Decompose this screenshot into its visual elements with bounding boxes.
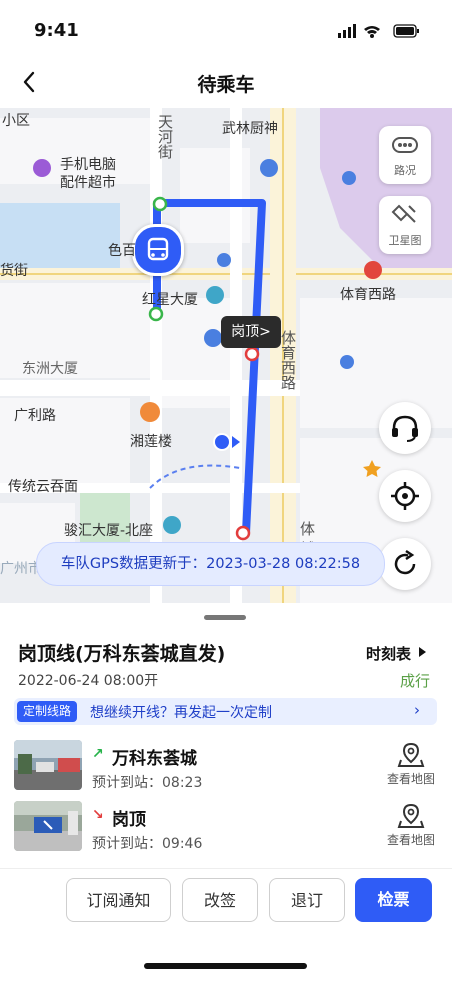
map-label: 小区	[2, 113, 30, 129]
route-map[interactable]: 小区 天河街 武林厨神 手机电脑 配件超市 色百 货街 红星大厦 东洲大厦 广利…	[0, 108, 452, 603]
route-name: 岗顶线(万科东荟城直发)	[18, 643, 226, 665]
stop-photo	[14, 740, 82, 790]
map-label: 色百	[108, 243, 136, 259]
departure-datetime: 2022-06-24 08:00开	[18, 673, 159, 689]
list-item: ↘ 岗顶 预计到站：09:46 查看地图	[0, 801, 452, 859]
arrow-up-right-icon: ↗	[92, 746, 104, 762]
map-label: 货街	[0, 263, 28, 279]
map-label: 手机电脑	[60, 157, 116, 173]
stop-name: 万科东荟城	[112, 749, 197, 769]
nav-header: 待乘车	[0, 60, 452, 106]
bus-marker[interactable]	[132, 224, 184, 276]
map-label: 湘莲楼	[130, 434, 172, 450]
status-bar: 9:41	[0, 0, 452, 60]
satellite-icon	[391, 204, 416, 223]
home-indicator	[144, 963, 307, 969]
map-pin-icon	[397, 742, 425, 767]
refresh-icon	[394, 549, 416, 575]
map-label: 东洲大厦	[22, 361, 78, 377]
view-map-label: 查看地图	[386, 772, 435, 786]
view-map-label: 查看地图	[386, 833, 435, 847]
stop-eta: 预计到站：09:46	[92, 836, 203, 852]
stop-tooltip[interactable]: 岗顶>	[221, 316, 281, 348]
page-title: 待乘车	[197, 74, 255, 96]
locate-button[interactable]	[379, 470, 431, 522]
caret-right-icon	[419, 647, 426, 657]
headset-icon	[392, 415, 418, 442]
traffic-button[interactable]: 路况	[379, 126, 431, 184]
map-label: 武林厨神	[222, 121, 278, 137]
divider	[0, 868, 452, 869]
rebook-button[interactable]: 改签	[182, 878, 258, 922]
satellite-label: 卫星图	[388, 234, 422, 247]
traffic-label: 路况	[394, 164, 416, 177]
subscribe-button[interactable]: 订阅通知	[66, 878, 171, 922]
custom-route-tag: 定制线路	[17, 701, 77, 722]
status-time: 9:41	[34, 20, 79, 41]
schedule-link[interactable]: 时刻表	[366, 643, 411, 664]
customer-service-button[interactable]	[379, 402, 431, 454]
chevron-right-icon: ›	[414, 701, 420, 719]
view-map-button[interactable]: 查看地图	[384, 740, 438, 786]
list-item: ↗ 万科东荟城 预计到站：08:23 查看地图	[0, 740, 452, 798]
banner-text: 想继续开线？再发起一次定制	[90, 705, 272, 721]
map-label: 红星大厦	[142, 292, 198, 308]
stop-photo	[14, 801, 82, 851]
map-label: 骏汇大厦-北座	[64, 523, 154, 539]
custom-route-banner[interactable]: 定制线路 想继续开线？再发起一次定制 ›	[14, 698, 437, 725]
satellite-button[interactable]: 卫星图	[379, 196, 431, 254]
map-label: 天河街	[156, 114, 174, 159]
map-label: 体	[300, 520, 316, 538]
stop-name: 岗顶	[112, 810, 146, 830]
map-label: 传统云吞面	[8, 479, 78, 495]
crosshair-icon	[391, 482, 419, 510]
arrow-down-right-icon: ↘	[92, 807, 104, 823]
map-label: 广利路	[14, 408, 56, 424]
stop-eta: 预计到站：08:23	[92, 775, 203, 791]
map-label: 配件超市	[60, 175, 116, 191]
trip-detail-sheet: 岗顶线(万科东荟城直发) 时刻表 2022-06-24 08:00开 成行 定制…	[0, 603, 452, 982]
map-label: 体育西路	[340, 287, 396, 303]
refund-button[interactable]: 退订	[269, 878, 345, 922]
refresh-button[interactable]	[379, 538, 431, 590]
traffic-icon	[392, 137, 418, 153]
signal-wifi-battery-icon	[338, 24, 419, 38]
bus-icon	[147, 237, 169, 261]
sheet-drag-handle[interactable]	[204, 615, 246, 620]
map-pin-icon	[397, 803, 425, 828]
check-ticket-button[interactable]: 检票	[355, 878, 432, 922]
view-map-button[interactable]: 查看地图	[384, 801, 438, 847]
gps-update-notice: 车队GPS数据更新于：2023-03-28 08:22:58	[36, 542, 385, 586]
map-label: 体育西路	[279, 330, 297, 390]
trip-status-badge: 成行	[400, 672, 431, 690]
